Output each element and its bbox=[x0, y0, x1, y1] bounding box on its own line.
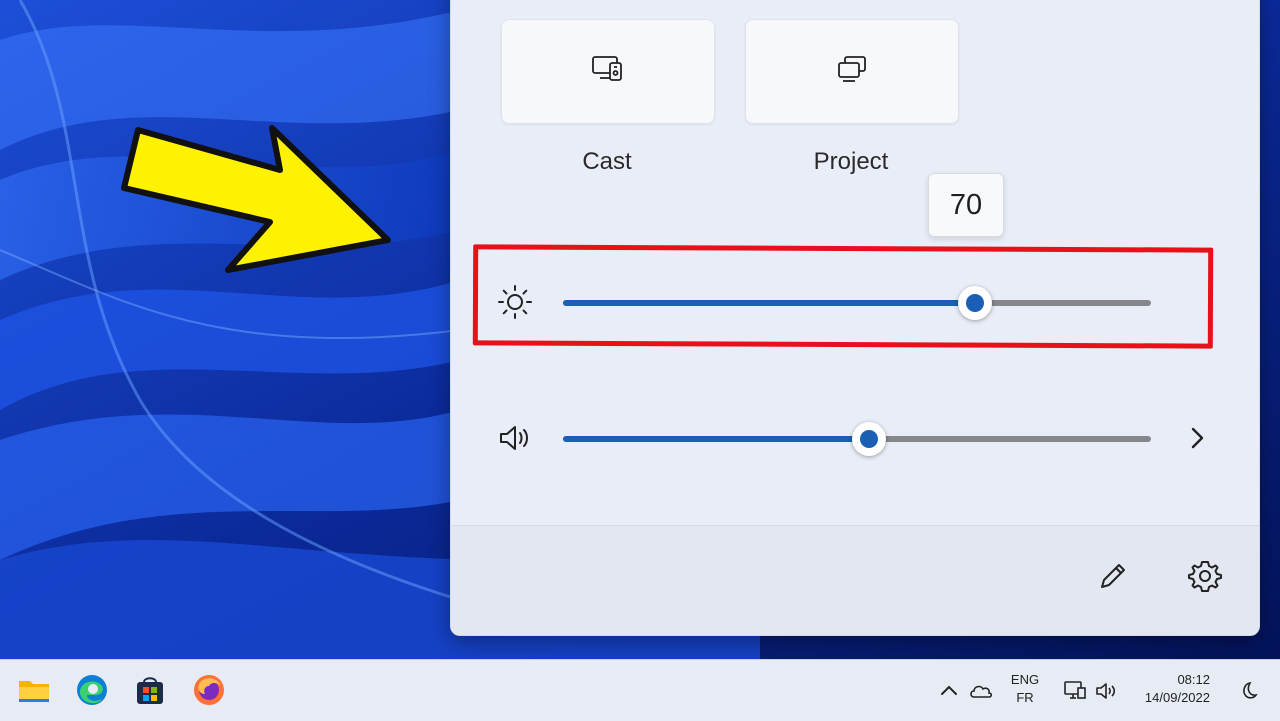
microsoft-store-icon[interactable] bbox=[132, 672, 168, 708]
project-label: Project bbox=[813, 148, 889, 175]
panel-footer bbox=[451, 526, 1259, 635]
edge-icon[interactable] bbox=[74, 672, 110, 708]
speaker-icon[interactable] bbox=[495, 418, 535, 458]
language-line2: FR bbox=[1016, 690, 1034, 705]
quick-settings-panel: Cast Project 70 bbox=[450, 0, 1260, 636]
brightness-slider-thumb[interactable] bbox=[957, 286, 992, 320]
project-icon bbox=[834, 51, 870, 92]
cast-label: Cast bbox=[582, 148, 632, 175]
clock-time: 08:12 bbox=[1177, 672, 1210, 687]
project-button[interactable] bbox=[745, 19, 959, 124]
clock-date: 14/09/2022 bbox=[1144, 690, 1210, 705]
chevron-right-icon[interactable] bbox=[1181, 422, 1213, 454]
settings-button[interactable] bbox=[1183, 556, 1227, 600]
taskbar: ENG FR 08:12 14/09/2022 bbox=[0, 659, 1280, 721]
clock[interactable]: 08:12 14/09/2022 bbox=[1134, 671, 1210, 707]
gear-icon bbox=[1187, 558, 1223, 599]
volume-slider[interactable] bbox=[563, 422, 1151, 456]
cast-icon bbox=[590, 51, 626, 92]
volume-tray-icon[interactable] bbox=[1094, 678, 1120, 704]
pencil-icon bbox=[1095, 558, 1131, 599]
focus-assist-moon-icon[interactable] bbox=[1234, 678, 1260, 704]
file-explorer-icon[interactable] bbox=[16, 672, 52, 708]
cast-button[interactable] bbox=[501, 19, 715, 124]
brightness-slider-fill bbox=[563, 300, 975, 306]
volume-slider-fill bbox=[563, 436, 869, 442]
language-line1: ENG bbox=[1010, 672, 1040, 687]
brightness-slider-row bbox=[451, 282, 1259, 322]
edit-quick-settings-button[interactable] bbox=[1091, 556, 1135, 600]
brightness-value-tooltip: 70 bbox=[928, 173, 1004, 237]
yellow-arrow-annotation bbox=[110, 118, 400, 278]
volume-slider-row bbox=[451, 418, 1259, 458]
cast-tile-group: Cast bbox=[501, 19, 715, 176]
onedrive-cloud-icon[interactable] bbox=[968, 678, 994, 704]
brightness-icon bbox=[495, 282, 535, 322]
project-tile-group: Project bbox=[745, 19, 959, 176]
brightness-slider[interactable] bbox=[563, 286, 1151, 320]
chevron-up-icon[interactable] bbox=[936, 678, 962, 704]
language-indicator[interactable]: ENG FR bbox=[1004, 671, 1046, 707]
network-icon[interactable] bbox=[1062, 678, 1088, 704]
volume-slider-thumb[interactable] bbox=[851, 422, 886, 456]
firefox-icon[interactable] bbox=[191, 672, 227, 708]
